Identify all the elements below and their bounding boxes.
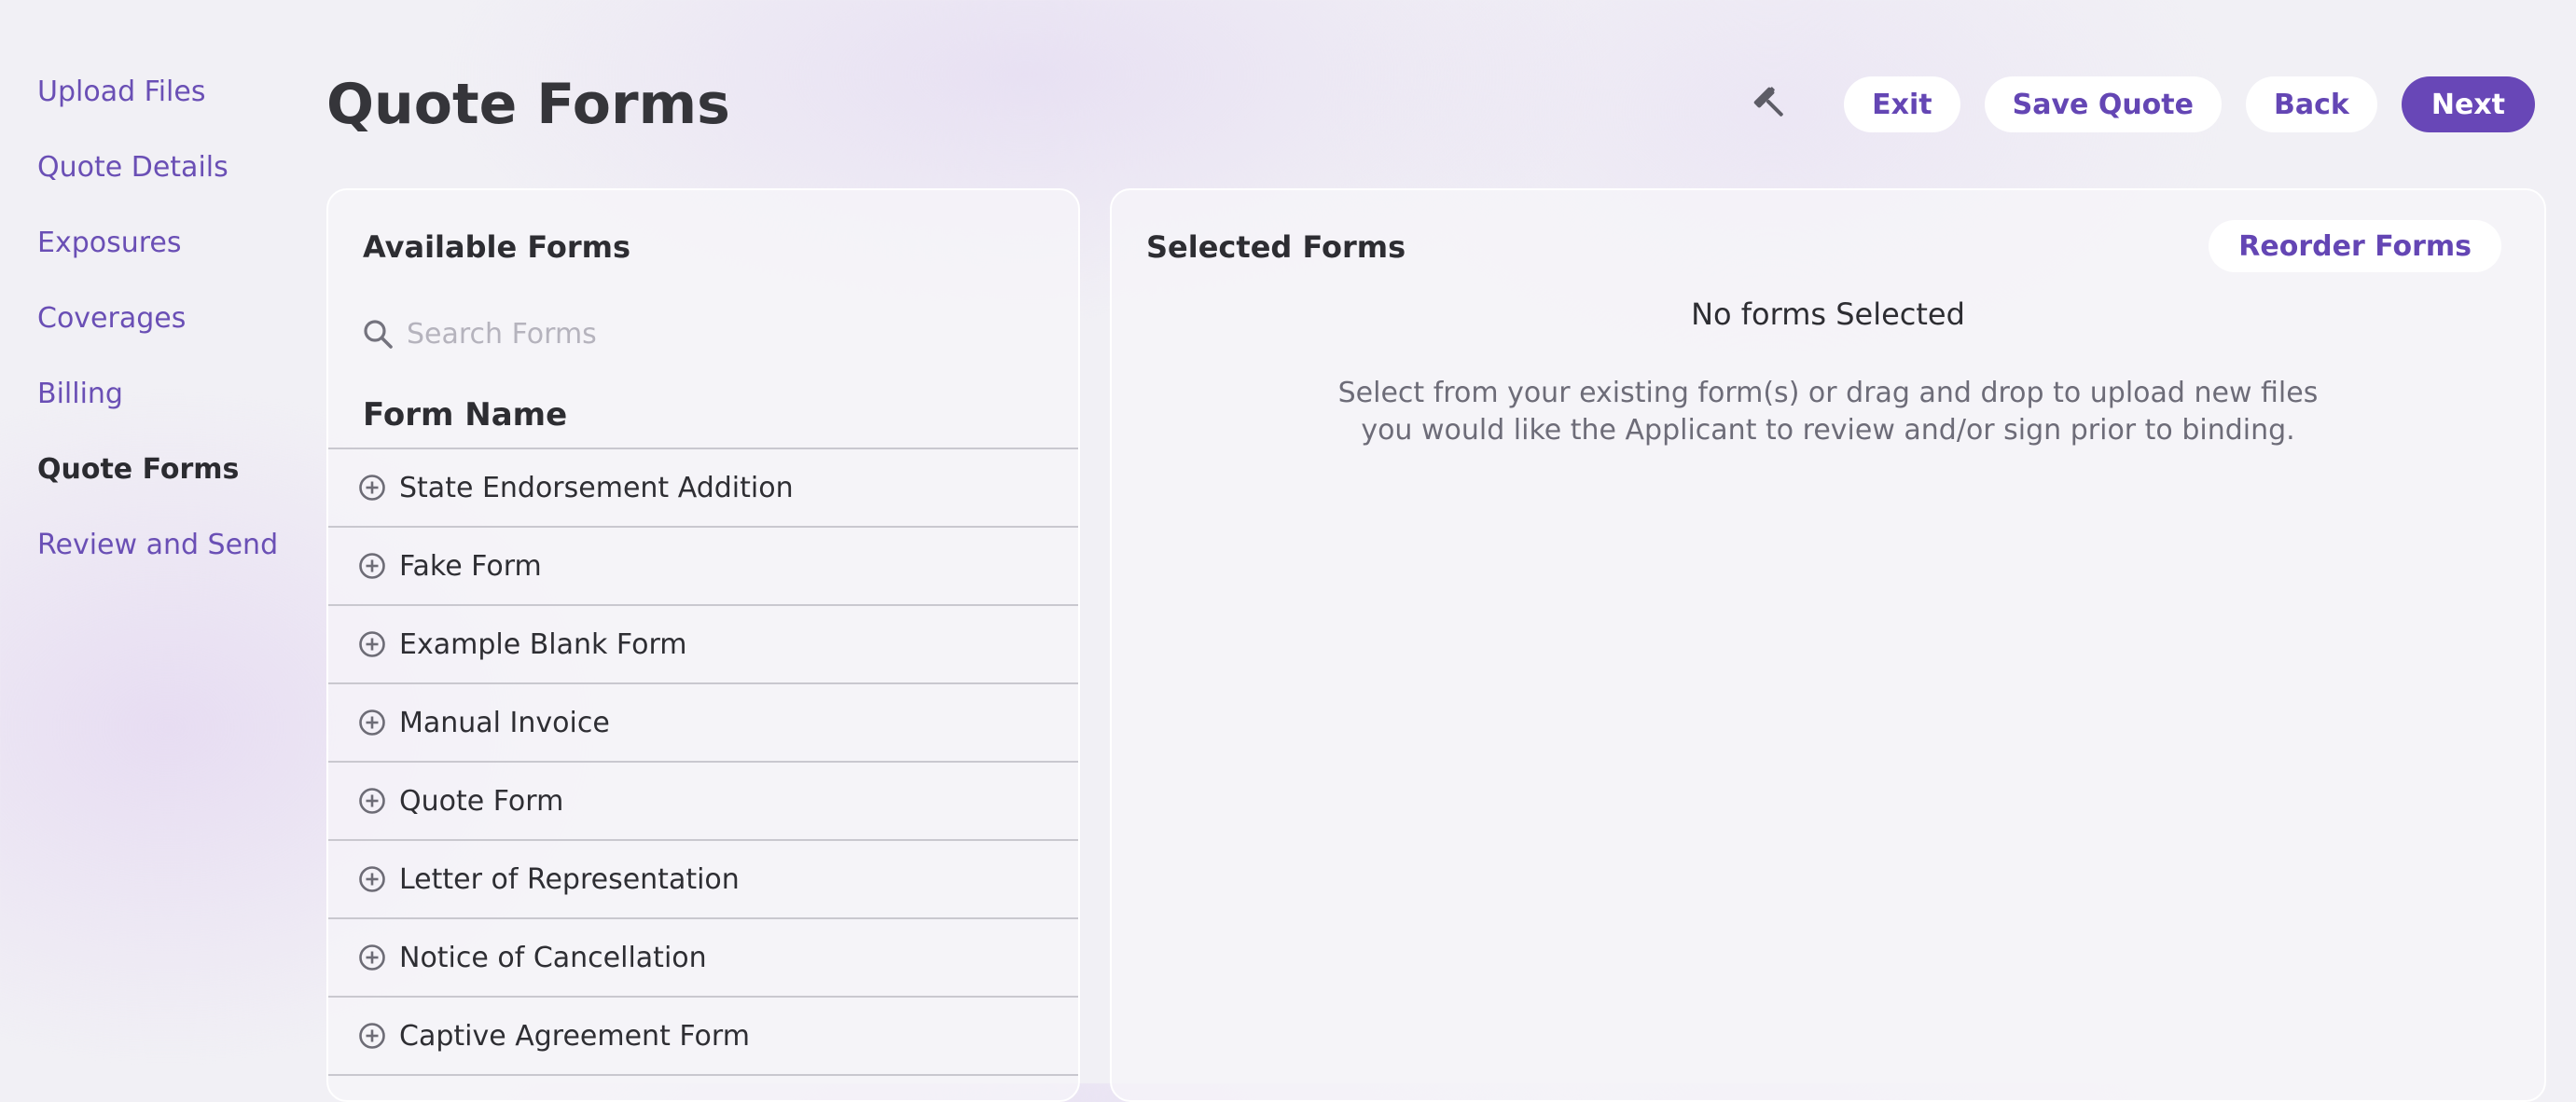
form-name: Letter of Representation — [399, 862, 740, 896]
search-bar — [362, 306, 921, 362]
plus-circle-icon[interactable] — [358, 865, 386, 893]
form-name: Example Blank Form — [399, 627, 687, 661]
exit-button[interactable]: Exit — [1844, 76, 1960, 132]
form-name-column-header: Form Name — [363, 396, 568, 434]
header-toolbar: Exit Save Quote Back Next — [1749, 76, 2535, 132]
sidebar-item-coverages[interactable]: Coverages — [37, 301, 317, 337]
search-icon — [364, 320, 393, 349]
back-button[interactable]: Back — [2245, 76, 2377, 132]
plus-circle-icon[interactable] — [358, 552, 386, 580]
form-row[interactable]: Example Blank Form — [328, 606, 1078, 684]
available-forms-list: State Endorsement Addition Fake Form Exa… — [328, 448, 1078, 1076]
reorder-forms-button[interactable]: Reorder Forms — [2209, 220, 2501, 272]
form-row[interactable]: Captive Agreement Form — [328, 998, 1078, 1076]
sidebar-item-review-and-send[interactable]: Review and Send — [37, 528, 317, 563]
plus-circle-icon[interactable] — [358, 474, 386, 502]
search-forms-input[interactable] — [407, 317, 892, 351]
hammer-icon[interactable] — [1749, 82, 1794, 127]
sidebar-item-quote-forms[interactable]: Quote Forms — [37, 452, 317, 488]
form-name: Quote Form — [399, 784, 564, 818]
form-name: State Endorsement Addition — [399, 471, 794, 504]
plus-circle-icon[interactable] — [358, 630, 386, 658]
form-row[interactable]: Quote Form — [328, 763, 1078, 841]
plus-circle-icon[interactable] — [358, 787, 386, 815]
save-quote-button[interactable]: Save Quote — [1984, 76, 2222, 132]
sidebar-nav: Upload Files Quote Details Exposures Cov… — [37, 75, 317, 603]
sidebar-item-billing[interactable]: Billing — [37, 377, 317, 412]
form-row[interactable]: State Endorsement Addition — [328, 449, 1078, 528]
empty-state-description: Select from your existing form(s) or dra… — [1337, 377, 2319, 447]
form-name: Notice of Cancellation — [399, 941, 707, 974]
form-row[interactable]: Manual Invoice — [328, 684, 1078, 763]
sidebar-item-upload-files[interactable]: Upload Files — [37, 75, 317, 110]
plus-circle-icon[interactable] — [358, 944, 386, 971]
form-row[interactable]: Notice of Cancellation — [328, 919, 1078, 998]
next-button[interactable]: Next — [2401, 76, 2535, 132]
available-forms-panel: Available Forms Form Name State Endorsem… — [326, 188, 1080, 1102]
selected-forms-panel[interactable]: Selected Forms Reorder Forms No forms Se… — [1110, 188, 2546, 1102]
form-row[interactable]: Fake Form — [328, 528, 1078, 606]
empty-state-title: No forms Selected — [1691, 296, 1965, 332]
page-title: Quote Forms — [326, 72, 730, 137]
form-row[interactable]: Letter of Representation — [328, 841, 1078, 919]
plus-circle-icon[interactable] — [358, 709, 386, 737]
available-forms-heading: Available Forms — [363, 229, 631, 265]
plus-circle-icon[interactable] — [358, 1022, 386, 1050]
sidebar-item-quote-details[interactable]: Quote Details — [37, 150, 317, 186]
sidebar-item-exposures[interactable]: Exposures — [37, 226, 317, 261]
form-name: Fake Form — [399, 549, 542, 583]
form-name: Captive Agreement Form — [399, 1019, 750, 1053]
form-name: Manual Invoice — [399, 706, 610, 739]
selected-forms-heading: Selected Forms — [1146, 229, 1406, 265]
